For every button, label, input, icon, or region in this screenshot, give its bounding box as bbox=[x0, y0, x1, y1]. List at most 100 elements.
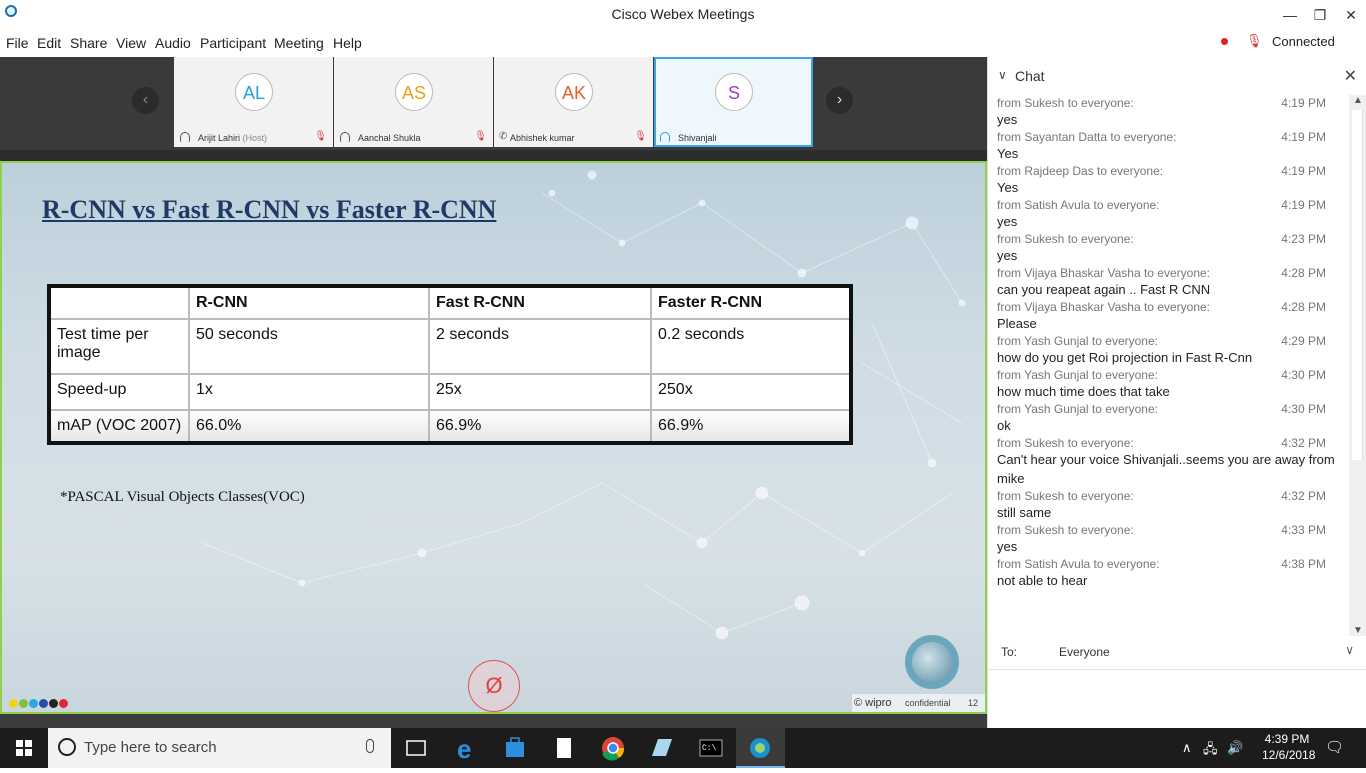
chrome-icon[interactable] bbox=[589, 728, 638, 768]
comparison-table: R-CNN Fast R-CNN Faster R-CNN Test time … bbox=[47, 284, 853, 445]
brand-logo-text: © wipro bbox=[854, 697, 892, 709]
annotation-color-icon[interactable] bbox=[9, 699, 18, 708]
clock-date[interactable]: 12/6/2018 bbox=[1262, 748, 1315, 762]
recipient-value[interactable]: Everyone bbox=[1059, 645, 1110, 659]
chat-message: from Satish Avula to everyone: 4:19 PM y… bbox=[988, 197, 1348, 231]
chat-scrollbar[interactable]: ▲ ▼ bbox=[1349, 95, 1366, 636]
chat-message-input[interactable] bbox=[988, 669, 1366, 728]
message-sender: from Sayantan Datta to everyone: bbox=[997, 130, 1177, 144]
minimize-button[interactable]: — bbox=[1275, 2, 1305, 28]
svg-text:e: e bbox=[457, 734, 471, 764]
chevron-down-icon[interactable]: ∨ bbox=[1345, 643, 1354, 657]
message-text: ok bbox=[997, 418, 1011, 433]
previous-participants-icon[interactable]: ‹ bbox=[132, 87, 159, 114]
annotation-color-icon[interactable] bbox=[59, 699, 68, 708]
chat-message-list[interactable]: from Sukesh to everyone: 4:19 PM yes fro… bbox=[988, 95, 1348, 635]
participant-name: Shivanjali bbox=[678, 133, 717, 143]
message-time: 4:30 PM bbox=[1281, 368, 1326, 382]
menu-participant[interactable]: Participant bbox=[200, 35, 266, 51]
muted-mic-icon[interactable]: 🎙 bbox=[1246, 33, 1263, 49]
message-sender: from Rajdeep Das to everyone: bbox=[997, 164, 1164, 178]
terminal-icon[interactable]: C:\ bbox=[687, 728, 736, 768]
message-text: Can't hear your voice Shivanjali..seems … bbox=[997, 452, 1335, 486]
decorative-circle-logo bbox=[905, 635, 959, 689]
webex-taskbar-icon[interactable] bbox=[736, 728, 785, 768]
participant-name-text: Arijit Lahiri bbox=[198, 133, 241, 143]
chat-message: from Sukesh to everyone: 4:19 PM yes bbox=[988, 95, 1348, 129]
menu-meeting[interactable]: Meeting bbox=[274, 35, 324, 51]
chat-message: from Yash Gunjal to everyone: 4:29 PM ho… bbox=[988, 333, 1348, 367]
slide-title: R-CNN vs Fast R-CNN vs Faster R-CNN bbox=[42, 195, 497, 224]
message-sender: from Yash Gunjal to everyone: bbox=[997, 402, 1158, 416]
clock-time[interactable]: 4:39 PM bbox=[1262, 732, 1312, 746]
message-time: 4:23 PM bbox=[1281, 232, 1326, 246]
scroll-down-icon[interactable]: ▼ bbox=[1353, 625, 1363, 636]
store-icon[interactable] bbox=[491, 728, 540, 768]
participant-tile[interactable]: AS Aanchal Shukla 🎙 bbox=[334, 57, 493, 147]
menu-edit[interactable]: Edit bbox=[37, 35, 61, 51]
task-view-icon[interactable] bbox=[392, 728, 441, 768]
table-header-cell: Faster R-CNN bbox=[650, 285, 852, 320]
headset-icon bbox=[180, 132, 190, 142]
chat-message: from Yash Gunjal to everyone: 4:30 PM ok bbox=[988, 401, 1348, 435]
chevron-down-icon[interactable]: ∨ bbox=[998, 68, 1007, 82]
annotation-color-icon[interactable] bbox=[49, 699, 58, 708]
chevron-up-icon[interactable]: ∧ bbox=[1182, 740, 1192, 756]
footer-label: confidential bbox=[905, 698, 951, 708]
menu-help[interactable]: Help bbox=[333, 35, 362, 51]
notifications-icon[interactable]: 🗨 bbox=[1325, 738, 1344, 756]
message-text: Yes bbox=[997, 146, 1019, 161]
file-icon[interactable] bbox=[540, 728, 589, 768]
headset-icon bbox=[660, 132, 670, 142]
scrollbar-thumb[interactable] bbox=[1352, 110, 1363, 460]
message-text: still same bbox=[997, 505, 1052, 520]
chat-recipient-selector[interactable]: To: Everyone ∨ bbox=[988, 637, 1366, 667]
notepad-icon[interactable] bbox=[638, 728, 687, 768]
recipient-label: To: bbox=[1001, 645, 1018, 659]
chat-message: from Yash Gunjal to everyone: 4:30 PM ho… bbox=[988, 367, 1348, 401]
participant-tile-active[interactable]: S Shivanjali bbox=[654, 57, 813, 147]
muted-mic-icon: Ø bbox=[485, 673, 503, 698]
message-time: 4:33 PM bbox=[1281, 523, 1326, 537]
scroll-up-icon[interactable]: ▲ bbox=[1353, 95, 1363, 106]
participant-tile[interactable]: AK Abhishek kumar ✆ 🎙 bbox=[494, 57, 653, 147]
close-chat-icon[interactable]: ✕ bbox=[1344, 66, 1357, 86]
participant-tile[interactable]: AL Arijit Lahiri (Host) 🎙 bbox=[174, 57, 333, 147]
network-icon[interactable]: 🖧 bbox=[1203, 740, 1218, 762]
restore-button[interactable]: ❐ bbox=[1305, 2, 1335, 28]
table-header-cell: R-CNN bbox=[188, 285, 430, 320]
message-time: 4:28 PM bbox=[1281, 266, 1326, 280]
phone-icon: ✆ bbox=[499, 131, 508, 142]
message-time: 4:19 PM bbox=[1281, 96, 1326, 110]
next-participants-icon[interactable]: › bbox=[826, 87, 853, 114]
muted-mic-icon: 🎙 bbox=[314, 131, 327, 142]
start-button[interactable] bbox=[0, 728, 48, 768]
close-window-button[interactable]: ✕ bbox=[1336, 2, 1366, 28]
volume-icon[interactable]: 🔊 bbox=[1227, 740, 1243, 756]
menu-audio[interactable]: Audio bbox=[155, 35, 191, 51]
microphone-icon[interactable] bbox=[366, 739, 374, 753]
message-time: 4:29 PM bbox=[1281, 334, 1326, 348]
search-icon bbox=[58, 738, 76, 756]
menu-file[interactable]: File bbox=[6, 35, 29, 51]
avatar: AS bbox=[395, 73, 433, 111]
table-cell: 0.2 seconds bbox=[650, 318, 852, 375]
table-row: mAP (VOC 2007) 66.0% 66.9% 66.9% bbox=[48, 409, 852, 444]
table-cell: 2 seconds bbox=[428, 318, 652, 375]
annotation-color-icon[interactable] bbox=[19, 699, 28, 708]
menu-view[interactable]: View bbox=[116, 35, 146, 51]
message-text: how do you get Roi projection in Fast R-… bbox=[997, 350, 1253, 365]
annotation-color-icon[interactable] bbox=[39, 699, 48, 708]
table-cell: Speed-up bbox=[48, 373, 190, 411]
message-sender: from Sukesh to everyone: bbox=[997, 523, 1134, 537]
message-sender: from Sukesh to everyone: bbox=[997, 489, 1134, 503]
annotation-color-icon[interactable] bbox=[29, 699, 38, 708]
message-text: Please bbox=[997, 316, 1037, 331]
table-cell: 66.0% bbox=[188, 409, 430, 444]
menu-share[interactable]: Share bbox=[70, 35, 107, 51]
slide-footnote: *PASCAL Visual Objects Classes(VOC) bbox=[60, 489, 305, 505]
taskbar-search-box[interactable]: Type here to search bbox=[48, 728, 391, 768]
mute-toggle-button[interactable]: Ø bbox=[468, 660, 520, 712]
edge-browser-icon[interactable]: e bbox=[442, 728, 491, 768]
message-time: 4:28 PM bbox=[1281, 300, 1326, 314]
